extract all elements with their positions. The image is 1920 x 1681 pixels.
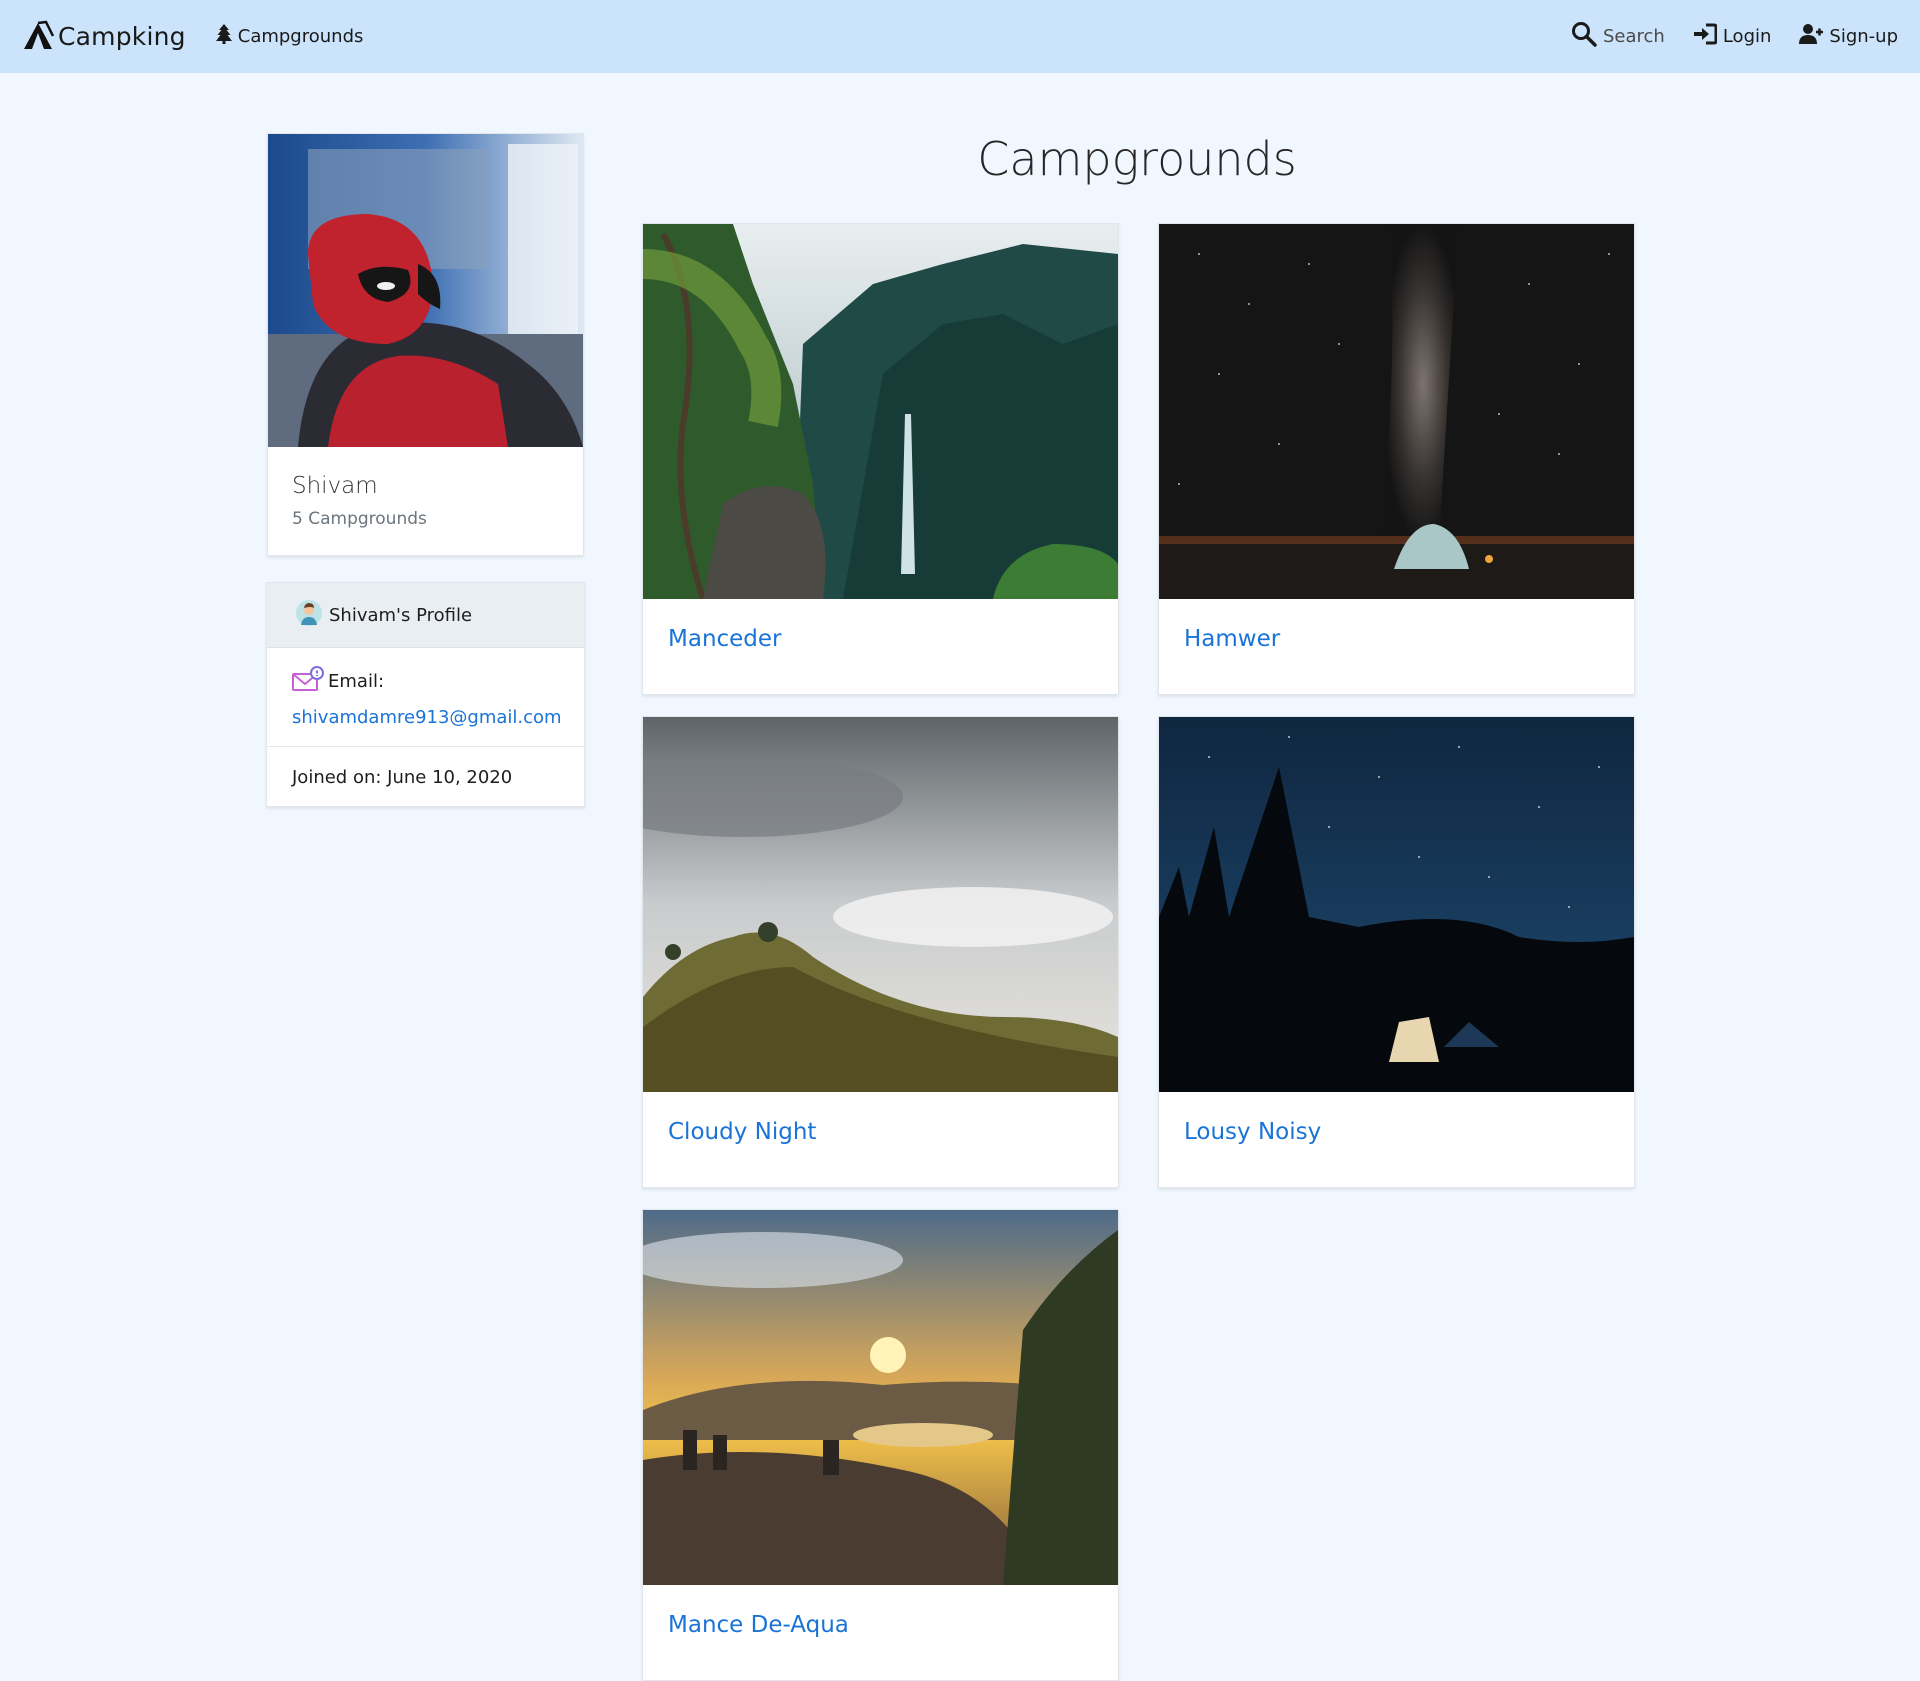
campground-photo xyxy=(1159,717,1634,1092)
campground-photo xyxy=(643,1210,1118,1585)
nav-signup-link[interactable]: Sign-up xyxy=(1799,23,1898,50)
nav-login-label: Login xyxy=(1722,26,1772,47)
joined-date: Joined on: June 10, 2020 xyxy=(292,767,513,788)
nav-campgrounds-link[interactable]: Campgrounds xyxy=(215,24,364,49)
login-icon xyxy=(1693,23,1718,50)
user-campground-count: 5 Campgrounds xyxy=(292,509,427,529)
search-icon xyxy=(1571,21,1597,52)
user-card: Shivam 5 Campgrounds xyxy=(267,133,584,556)
profile-avatar-icon xyxy=(295,599,323,631)
campground-name[interactable]: Cloudy Night xyxy=(668,1119,1118,1145)
brand-name: Campking xyxy=(58,22,186,51)
navbar: Campking Campgrounds Search Login Sign-u… xyxy=(0,0,1920,73)
campground-card[interactable]: Cloudy Night xyxy=(642,716,1119,1188)
nav-search-link[interactable]: Search xyxy=(1571,21,1665,52)
email-label: Email: xyxy=(328,671,385,692)
email-line: Email: xyxy=(292,666,559,697)
profile-email-row: Email: shivamdamre913@gmail.com xyxy=(267,648,584,747)
nav-login-link[interactable]: Login xyxy=(1693,23,1772,50)
campground-card[interactable]: Lousy Noisy xyxy=(1158,716,1635,1188)
nav-right: Search Login Sign-up xyxy=(1543,21,1898,52)
campground-photo xyxy=(643,717,1118,1092)
profile-joined-row: Joined on: June 10, 2020 xyxy=(267,747,584,806)
campground-name[interactable]: Mance De-Aqua xyxy=(668,1612,1118,1638)
user-name: Shivam xyxy=(292,473,378,499)
campground-name[interactable]: Manceder xyxy=(668,626,1118,652)
campground-card[interactable]: Manceder xyxy=(642,223,1119,695)
page-title: Campgrounds xyxy=(977,132,1297,186)
user-card-body: Shivam 5 Campgrounds xyxy=(268,447,583,555)
nav-search-label: Search xyxy=(1603,26,1665,47)
email-link[interactable]: shivamdamre913@gmail.com xyxy=(292,707,562,728)
tent-logo-icon xyxy=(22,20,56,54)
profile-card: Shivam's Profile Email: shivamdamre913@g… xyxy=(266,582,585,807)
campground-card[interactable]: Mance De-Aqua xyxy=(642,1209,1119,1681)
user-plus-icon xyxy=(1799,23,1824,50)
campground-photo xyxy=(643,224,1118,599)
campground-name[interactable]: Lousy Noisy xyxy=(1184,1119,1634,1145)
profile-title: Shivam's Profile xyxy=(329,604,473,626)
profile-header: Shivam's Profile xyxy=(267,583,584,648)
nav-signup-label: Sign-up xyxy=(1829,26,1898,47)
user-avatar-image xyxy=(268,134,583,447)
envelope-icon xyxy=(292,666,324,697)
campground-card[interactable]: Hamwer xyxy=(1158,223,1635,695)
tree-icon xyxy=(215,24,232,49)
brand-link[interactable]: Campking xyxy=(22,20,186,54)
campground-photo xyxy=(1159,224,1634,599)
campground-name[interactable]: Hamwer xyxy=(1184,626,1634,652)
nav-campgrounds-label: Campgrounds xyxy=(237,26,364,47)
nav-left: Campking Campgrounds xyxy=(22,20,363,54)
